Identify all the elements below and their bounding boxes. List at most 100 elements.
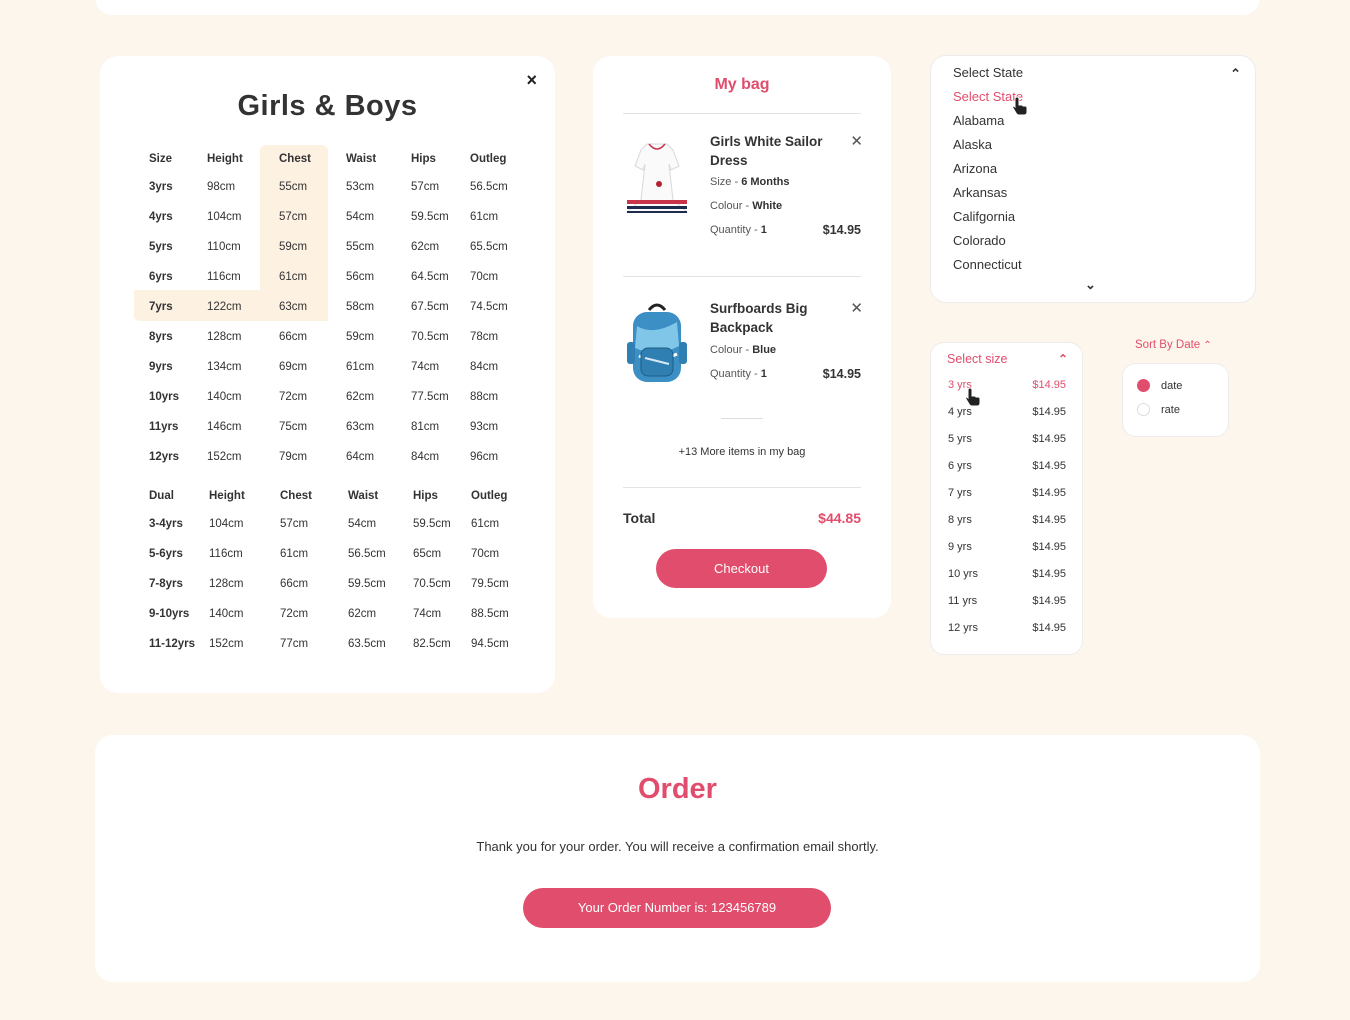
size-option[interactable]: 6 yrs $14.95 (948, 460, 1066, 487)
sort-option-date[interactable]: date (1137, 379, 1182, 392)
more-items-link[interactable]: +13 More items in my bag (593, 446, 891, 458)
measurement-cell: 67.5cm (411, 301, 449, 313)
size-option[interactable]: 7 yrs $14.95 (948, 487, 1066, 514)
measurement-cell: 59cm (279, 241, 308, 253)
measurement-cell: 75cm (279, 421, 308, 433)
measurement-cell: 57cm (279, 211, 308, 223)
size-options-list: 3 yrs $14.95 4 yrs $14.95 5 yrs $14.95 6 yrs $1… (948, 379, 1066, 649)
size-chart-title: Girls & Boys (237, 90, 418, 122)
bag-item-name[interactable]: Surfboards Big Backpack (710, 299, 835, 337)
measurement-cell: 63cm (279, 301, 308, 313)
measurement-cell: 116cm (209, 548, 243, 560)
size-select-dropdown[interactable]: Select size ⌃ 3 yrs $14.95 4 yrs $14.95 5 yr… (930, 342, 1083, 655)
size-option-price: $14.95 (1032, 595, 1066, 607)
order-title: Order (638, 773, 717, 805)
state-option[interactable]: Connecticut (953, 256, 1023, 280)
size-option-price: $14.95 (1032, 406, 1066, 418)
size-cell: 5-6yrs (149, 548, 183, 560)
measurement-cell: 88.5cm (471, 608, 509, 620)
table-row: 5-6yrs 116cm 61cm 56.5cm 65cm 70cm (149, 539, 533, 569)
measurement-cell: 88cm (470, 391, 499, 403)
item-quantity: Quantity - 1 (710, 368, 767, 380)
divider (623, 113, 861, 114)
measurement-cell: 62cm (411, 241, 440, 253)
sort-option-rate[interactable]: rate (1137, 403, 1180, 416)
measurement-cell: 57cm (411, 181, 440, 193)
state-option[interactable]: Alaska (953, 136, 1023, 160)
order-number-badge[interactable]: Your Order Number is: 123456789 (523, 888, 831, 928)
size-option-label: 7 yrs (948, 487, 972, 499)
size-value: 6 Months (741, 176, 790, 188)
measurement-cell: 56cm (346, 271, 375, 283)
remove-item-icon[interactable]: ✕ (850, 299, 863, 317)
item-colour: Colour - Blue (710, 344, 776, 356)
size-option-price: $14.95 (1032, 487, 1066, 499)
sort-option-label: rate (1161, 403, 1180, 416)
size-option-label: 8 yrs (948, 514, 972, 526)
size-option[interactable]: 10 yrs $14.95 (948, 568, 1066, 595)
header-cell: Hips (411, 152, 436, 165)
size-select-placeholder[interactable]: Select size (947, 352, 1007, 366)
measurement-cell: 64cm (346, 451, 375, 463)
size-option-label: 12 yrs (948, 622, 978, 634)
remove-item-icon[interactable]: ✕ (850, 132, 863, 150)
checkout-button[interactable]: Checkout (656, 549, 827, 588)
measurement-cell: 94.5cm (471, 638, 509, 650)
size-option-label: 5 yrs (948, 433, 972, 445)
size-cell: 7yrs (149, 301, 173, 313)
quantity-value: 1 (760, 224, 767, 236)
chevron-down-icon[interactable]: ⌄ (1085, 277, 1096, 293)
measurement-cell: 72cm (280, 608, 309, 620)
radio-selected-icon[interactable] (1137, 379, 1150, 392)
chevron-up-icon[interactable]: ⌃ (1058, 352, 1068, 366)
measurement-cell: 84cm (470, 361, 499, 373)
size-cell: 12yrs (149, 451, 180, 463)
size-cell: 3yrs (149, 181, 173, 193)
measurement-cell: 116cm (207, 271, 241, 283)
item-price: $14.95 (822, 223, 861, 237)
measurement-cell: 98cm (207, 181, 236, 193)
size-option[interactable]: 12 yrs $14.95 (948, 622, 1066, 649)
measurement-cell: 81cm (411, 421, 440, 433)
size-option[interactable]: 8 yrs $14.95 (948, 514, 1066, 541)
size-option[interactable]: 5 yrs $14.95 (948, 433, 1066, 460)
measurement-cell: 56.5cm (348, 548, 386, 560)
colour-label: Colour - (710, 344, 750, 356)
chevron-up-icon[interactable]: ⌃ (1230, 66, 1241, 82)
my-bag-panel: My bag Girls White Sailor Dress ✕ Size -… (593, 56, 891, 618)
state-option[interactable]: Colorado (953, 232, 1023, 256)
measurement-cell: 96cm (470, 451, 499, 463)
header-cell: Waist (348, 489, 379, 502)
radio-unselected-icon[interactable] (1137, 403, 1150, 416)
measurement-cell: 140cm (209, 608, 244, 620)
item-price: $14.95 (822, 367, 861, 381)
header-cell: Hips (413, 489, 438, 502)
size-option[interactable]: 9 yrs $14.95 (948, 541, 1066, 568)
size-option-price: $14.95 (1032, 622, 1066, 634)
item-quantity: Quantity - 1 (710, 224, 767, 236)
state-option[interactable]: Califgornia (953, 208, 1023, 232)
sort-by-date-toggle[interactable]: Sort By Date ⌃ (1135, 339, 1212, 351)
total-value: $44.85 (818, 510, 861, 526)
size-option-label: 4 yrs (948, 406, 972, 418)
size-option-label: 11 yrs (948, 595, 978, 607)
size-cell: 9yrs (149, 361, 173, 373)
measurement-cell: 128cm (207, 331, 242, 343)
close-icon[interactable]: × (526, 70, 537, 91)
size-option[interactable]: 11 yrs $14.95 (948, 595, 1066, 622)
size-cell: 8yrs (149, 331, 173, 343)
size-option-price: $14.95 (1032, 568, 1066, 580)
measurement-cell: 70.5cm (413, 578, 451, 590)
measurement-cell: 84cm (411, 451, 440, 463)
table-row: 4yrs 104cm 57cm 54cm 59.5cm 61cm (149, 202, 532, 232)
size-option[interactable]: 4 yrs $14.95 (948, 406, 1066, 433)
state-option[interactable]: Arizona (953, 160, 1023, 184)
scroll-indicator (721, 418, 763, 419)
state-dropdown[interactable]: Select State ⌃ Select State Alabama Alas… (930, 55, 1256, 303)
total-label: Total (623, 510, 656, 526)
state-selected-value[interactable]: Select State (953, 65, 1023, 80)
state-option[interactable]: Arkansas (953, 184, 1023, 208)
table-row: 9yrs 134cm 69cm 61cm 74cm 84cm (149, 352, 532, 382)
measurement-cell: 55cm (279, 181, 308, 193)
bag-item-name[interactable]: Girls White Sailor Dress (710, 132, 835, 170)
